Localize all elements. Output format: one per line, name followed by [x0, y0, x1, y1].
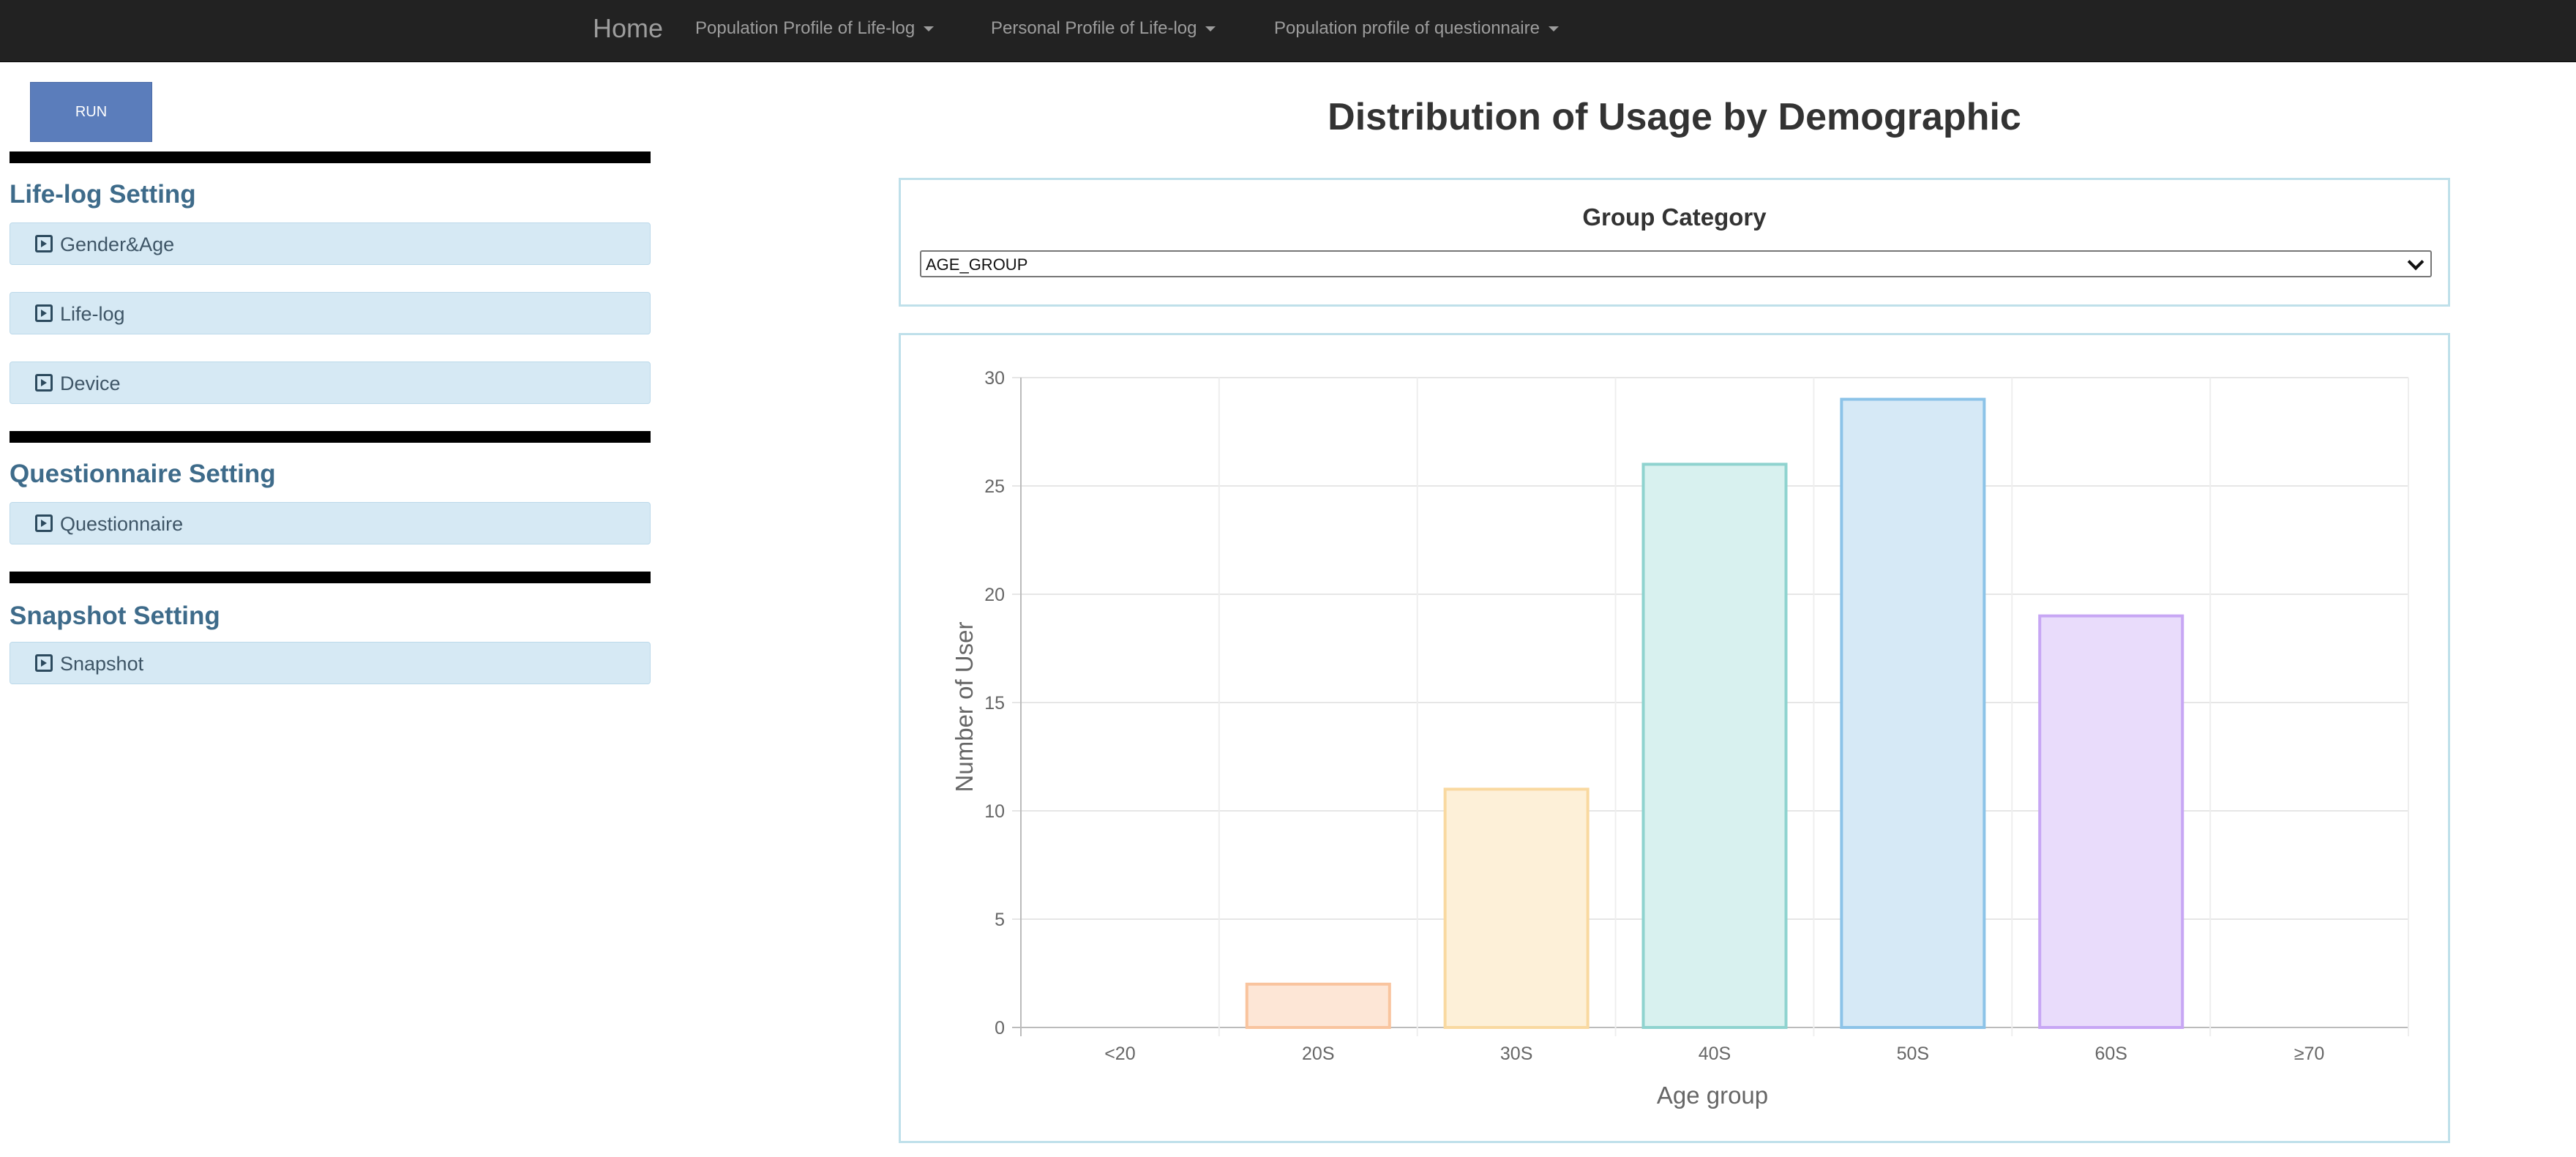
x-tick-label: 30S — [1500, 1044, 1532, 1064]
questionnaire-button[interactable]: Questionnaire — [10, 502, 651, 544]
y-tick-label: 5 — [995, 910, 1005, 930]
x-tick-label: 40S — [1699, 1044, 1731, 1064]
nav-population-profile-questionnaire[interactable]: Population profile of questionnaire — [1274, 18, 1559, 40]
x-tick-label: 20S — [1302, 1044, 1334, 1064]
bar-50S[interactable] — [1840, 397, 1986, 1030]
y-tick-label: 20 — [984, 585, 1005, 605]
run-button[interactable]: RUN — [30, 82, 152, 142]
expand-icon — [35, 654, 53, 672]
bar-30S[interactable] — [1443, 787, 1590, 1030]
page-title: Distribution of Usage by Demographic — [1328, 96, 2021, 138]
x-axis-ticks: <20 20S 30S 40S 50S 60S ≥70 — [1104, 1044, 2324, 1064]
nav-population-profile-lifelog[interactable]: Population Profile of Life-log — [695, 18, 935, 40]
caret-down-icon — [1548, 26, 1559, 32]
device-button[interactable]: Device — [10, 362, 651, 404]
caret-down-icon — [1205, 26, 1216, 32]
snapshot-button[interactable]: Snapshot — [10, 642, 651, 684]
select-value: AGE_GROUP — [926, 255, 1028, 274]
bar-60S[interactable] — [2038, 614, 2184, 1030]
expand-icon — [35, 235, 53, 252]
x-axis-label: Age group — [1657, 1082, 1768, 1109]
section-title-questionnaire: Questionnaire Setting — [10, 460, 276, 488]
button-label: Snapshot — [60, 653, 144, 675]
caret-down-icon — [924, 26, 935, 32]
y-tick-label: 10 — [984, 801, 1005, 822]
x-tick-label: 60S — [2094, 1044, 2127, 1064]
group-category-label: Group Category — [1582, 203, 1767, 231]
y-tick-label: 0 — [995, 1018, 1005, 1038]
lifelog-button[interactable]: Life-log — [10, 292, 651, 334]
x-tick-label: ≥70 — [2294, 1044, 2325, 1064]
y-tick-label: 25 — [984, 476, 1005, 497]
section-title-lifelog: Life-log Setting — [10, 180, 196, 209]
expand-icon — [35, 374, 53, 392]
section-divider — [10, 431, 651, 443]
button-label: Questionnaire — [60, 513, 184, 535]
group-category-panel — [899, 178, 2450, 307]
group-category-select[interactable]: AGE_GROUP — [920, 250, 2432, 277]
button-label: Device — [60, 372, 121, 394]
top-navbar: Home Population Profile of Life-log Pers… — [0, 0, 2576, 62]
nav-personal-profile-lifelog[interactable]: Personal Profile of Life-log — [991, 18, 1216, 40]
nav-item-label: Population profile of questionnaire — [1274, 18, 1540, 38]
button-label: Life-log — [60, 303, 125, 325]
nav-item-label: Population Profile of Life-log — [695, 18, 916, 38]
x-tick-label: 50S — [1897, 1044, 1929, 1064]
expand-icon — [35, 514, 53, 532]
expand-icon — [35, 304, 53, 322]
y-tick-label: 15 — [984, 693, 1005, 714]
section-title-snapshot: Snapshot Setting — [10, 602, 220, 630]
y-axis-label: Number of User — [951, 622, 978, 793]
button-label: Gender&Age — [60, 233, 175, 255]
usage-bar-chart: 0 5 10 15 20 25 30 <20 20S 30S 40S 50S 60S ≥70 Numbe… — [951, 368, 2409, 1109]
chevron-down-icon — [2407, 253, 2425, 271]
nav-item-label: Personal Profile of Life-log — [991, 18, 1197, 38]
y-axis-ticks: 0 5 10 15 20 25 30 — [984, 368, 1005, 1038]
bar-40S[interactable] — [1641, 463, 1788, 1029]
section-divider — [10, 151, 651, 163]
x-tick-label: <20 — [1104, 1044, 1135, 1064]
section-divider — [10, 572, 651, 583]
gender-age-button[interactable]: Gender&Age — [10, 222, 651, 265]
y-tick-label: 30 — [984, 368, 1005, 389]
bar-20S[interactable] — [1245, 982, 1391, 1029]
nav-home-link[interactable]: Home — [593, 13, 663, 44]
chart-bars — [1245, 397, 2184, 1030]
